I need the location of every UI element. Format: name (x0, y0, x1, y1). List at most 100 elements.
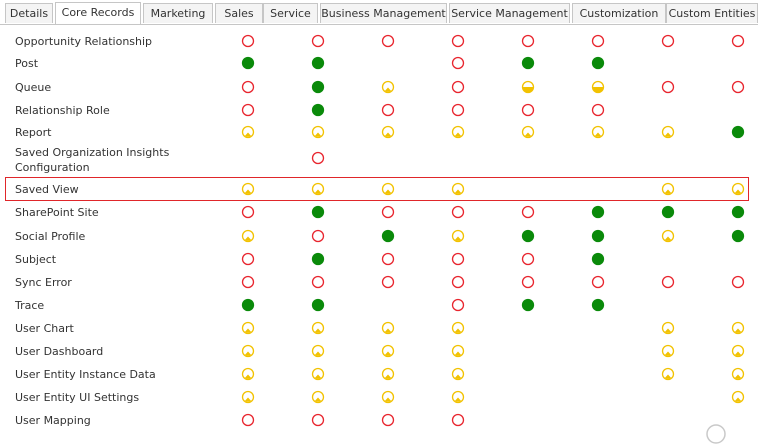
circle-quarter-yellow-icon[interactable] (311, 125, 325, 139)
circle-outline-red-icon[interactable] (591, 275, 605, 289)
circle-outline-red-icon[interactable] (381, 252, 395, 266)
circle-quarter-yellow-icon[interactable] (661, 229, 675, 243)
circle-full-green-icon[interactable] (591, 56, 605, 70)
circle-full-green-icon[interactable] (591, 205, 605, 219)
circle-outline-red-icon[interactable] (311, 229, 325, 243)
circle-outline-red-icon[interactable] (661, 275, 675, 289)
circle-quarter-yellow-icon[interactable] (661, 367, 675, 381)
circle-outline-red-icon[interactable] (311, 275, 325, 289)
circle-outline-red-icon[interactable] (241, 252, 255, 266)
circle-quarter-yellow-icon[interactable] (661, 344, 675, 358)
circle-outline-red-icon[interactable] (311, 151, 325, 165)
circle-outline-red-icon[interactable] (731, 275, 745, 289)
circle-outline-red-icon[interactable] (731, 80, 745, 94)
circle-full-green-icon[interactable] (661, 205, 675, 219)
circle-full-green-icon[interactable] (311, 298, 325, 312)
circle-outline-red-icon[interactable] (451, 103, 465, 117)
circle-quarter-yellow-icon[interactable] (241, 229, 255, 243)
circle-half-yellow-icon[interactable] (591, 80, 605, 94)
circle-quarter-yellow-icon[interactable] (451, 321, 465, 335)
circle-quarter-yellow-icon[interactable] (661, 125, 675, 139)
circle-full-green-icon[interactable] (731, 229, 745, 243)
circle-full-green-icon[interactable] (311, 103, 325, 117)
circle-outline-red-icon[interactable] (381, 34, 395, 48)
circle-quarter-yellow-icon[interactable] (381, 390, 395, 404)
circle-full-green-icon[interactable] (521, 229, 535, 243)
circle-outline-red-icon[interactable] (451, 34, 465, 48)
tab-details[interactable]: Details (5, 3, 53, 23)
tab-marketing[interactable]: Marketing (143, 3, 213, 23)
circle-outline-red-icon[interactable] (451, 205, 465, 219)
circle-outline-red-icon[interactable] (521, 275, 535, 289)
tab-sales[interactable]: Sales (215, 3, 263, 23)
circle-outline-red-icon[interactable] (451, 275, 465, 289)
circle-full-green-icon[interactable] (311, 80, 325, 94)
circle-quarter-yellow-icon[interactable] (381, 321, 395, 335)
circle-quarter-yellow-icon[interactable] (731, 321, 745, 335)
circle-quarter-yellow-icon[interactable] (311, 344, 325, 358)
circle-outline-red-icon[interactable] (241, 103, 255, 117)
circle-outline-red-icon[interactable] (241, 413, 255, 427)
circle-quarter-yellow-icon[interactable] (731, 344, 745, 358)
tab-business-management[interactable]: Business Management (320, 3, 447, 23)
circle-full-green-icon[interactable] (311, 205, 325, 219)
circle-quarter-yellow-icon[interactable] (311, 367, 325, 381)
circle-outline-red-icon[interactable] (381, 275, 395, 289)
circle-outline-red-icon[interactable] (451, 80, 465, 94)
circle-outline-red-icon[interactable] (521, 205, 535, 219)
circle-quarter-yellow-icon[interactable] (311, 321, 325, 335)
circle-full-green-icon[interactable] (521, 56, 535, 70)
circle-outline-red-icon[interactable] (311, 34, 325, 48)
circle-outline-red-icon[interactable] (241, 34, 255, 48)
circle-full-green-icon[interactable] (311, 252, 325, 266)
circle-outline-red-icon[interactable] (591, 34, 605, 48)
circle-outline-red-icon[interactable] (661, 34, 675, 48)
circle-quarter-yellow-icon[interactable] (731, 390, 745, 404)
circle-quarter-yellow-icon[interactable] (451, 125, 465, 139)
circle-full-green-icon[interactable] (381, 229, 395, 243)
circle-quarter-yellow-icon[interactable] (241, 321, 255, 335)
tab-custom-entities[interactable]: Custom Entities (666, 3, 758, 23)
tab-core-records[interactable]: Core Records (55, 2, 141, 24)
circle-quarter-yellow-icon[interactable] (381, 125, 395, 139)
circle-outline-red-icon[interactable] (451, 298, 465, 312)
circle-quarter-yellow-icon[interactable] (731, 367, 745, 381)
scroll-indicator-icon[interactable] (706, 424, 726, 444)
tab-service-management[interactable]: Service Management (449, 3, 570, 23)
circle-quarter-yellow-icon[interactable] (381, 344, 395, 358)
circle-full-green-icon[interactable] (731, 205, 745, 219)
circle-outline-red-icon[interactable] (731, 34, 745, 48)
circle-half-yellow-icon[interactable] (521, 80, 535, 94)
circle-quarter-yellow-icon[interactable] (451, 229, 465, 243)
circle-outline-red-icon[interactable] (451, 56, 465, 70)
circle-quarter-yellow-icon[interactable] (241, 367, 255, 381)
circle-quarter-yellow-icon[interactable] (451, 390, 465, 404)
circle-quarter-yellow-icon[interactable] (451, 367, 465, 381)
circle-quarter-yellow-icon[interactable] (591, 125, 605, 139)
circle-outline-red-icon[interactable] (451, 252, 465, 266)
circle-quarter-yellow-icon[interactable] (311, 390, 325, 404)
circle-quarter-yellow-icon[interactable] (241, 390, 255, 404)
circle-outline-red-icon[interactable] (381, 103, 395, 117)
circle-full-green-icon[interactable] (311, 56, 325, 70)
circle-quarter-yellow-icon[interactable] (451, 344, 465, 358)
circle-full-green-icon[interactable] (591, 229, 605, 243)
circle-outline-red-icon[interactable] (381, 413, 395, 427)
circle-quarter-yellow-icon[interactable] (241, 344, 255, 358)
circle-quarter-yellow-icon[interactable] (661, 321, 675, 335)
circle-quarter-yellow-icon[interactable] (381, 367, 395, 381)
circle-outline-red-icon[interactable] (591, 103, 605, 117)
circle-quarter-yellow-icon[interactable] (241, 125, 255, 139)
circle-outline-red-icon[interactable] (311, 413, 325, 427)
tab-service[interactable]: Service (263, 3, 318, 23)
circle-outline-red-icon[interactable] (521, 34, 535, 48)
circle-full-green-icon[interactable] (241, 56, 255, 70)
circle-outline-red-icon[interactable] (381, 205, 395, 219)
circle-outline-red-icon[interactable] (521, 252, 535, 266)
circle-full-green-icon[interactable] (731, 125, 745, 139)
circle-outline-red-icon[interactable] (521, 103, 535, 117)
circle-outline-red-icon[interactable] (451, 413, 465, 427)
circle-quarter-yellow-icon[interactable] (381, 80, 395, 94)
circle-full-green-icon[interactable] (521, 298, 535, 312)
circle-outline-red-icon[interactable] (241, 205, 255, 219)
